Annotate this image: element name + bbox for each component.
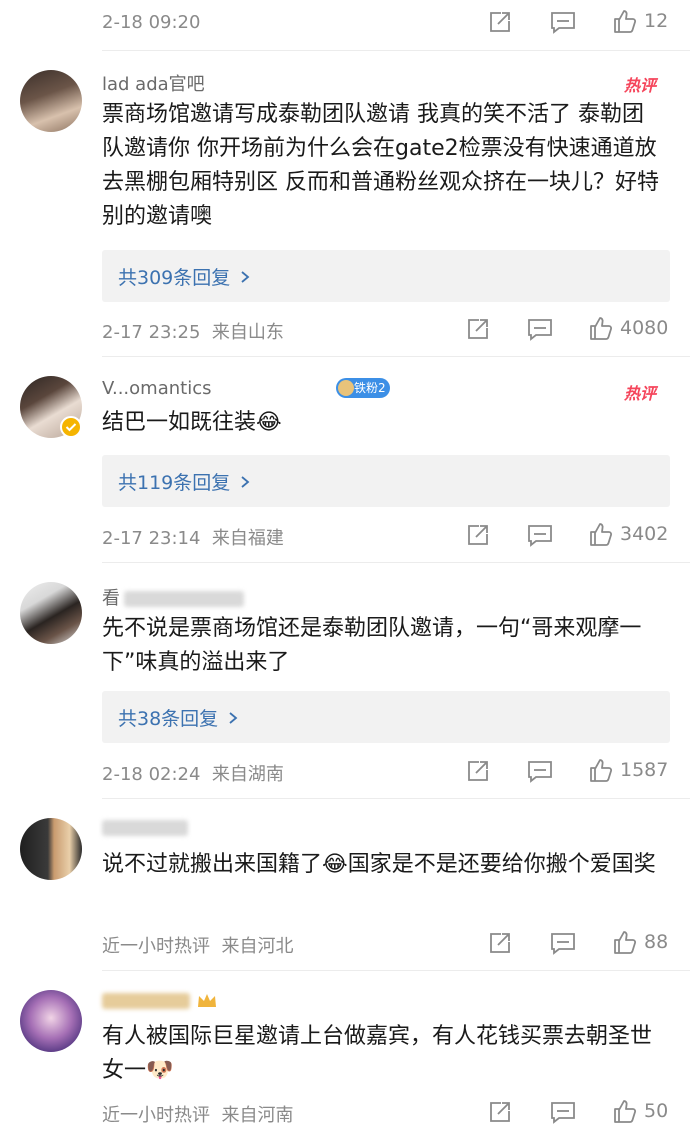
like-count: 1587	[620, 759, 669, 781]
replies-box[interactable]: 共119条回复	[102, 455, 670, 507]
fan-badge: 铁粉2	[336, 378, 390, 398]
share-icon	[468, 761, 488, 781]
thumbs-up-icon	[590, 759, 613, 782]
blurred-name	[102, 993, 190, 1009]
like-button[interactable]: 4080	[588, 315, 668, 341]
view-replies-link[interactable]: 共119条回复	[118, 468, 252, 495]
comment-time: 近一小时热评	[102, 936, 210, 957]
share-icon	[468, 319, 488, 339]
comment-location: 来自山东	[211, 322, 284, 343]
comment-location: 来自河南	[221, 1105, 294, 1126]
username[interactable]	[102, 820, 188, 836]
like-count: 3402	[620, 523, 669, 545]
thumbs-up-icon	[590, 317, 613, 340]
thumbs-up-icon	[614, 931, 637, 954]
comment-meta: 近一小时热评 来自河南	[102, 1101, 293, 1127]
thumbs-up-icon	[614, 10, 637, 33]
divider	[102, 970, 690, 971]
reply-count: 共38条回复	[118, 708, 219, 730]
comment-text: 有人被国际巨星邀请上台做嘉宾，有人花钱买票去朝圣世女一🐶	[102, 1024, 653, 1083]
comment-button[interactable]	[527, 523, 553, 547]
comment-time: 2-17 23:14	[102, 528, 201, 549]
chevron-right-icon	[241, 475, 250, 488]
share-button[interactable]	[488, 10, 512, 34]
divider	[102, 562, 690, 563]
comment-meta: 近一小时热评 来自河北	[102, 932, 293, 958]
share-button[interactable]	[466, 317, 490, 341]
share-icon	[490, 12, 510, 32]
fan-badge-icon	[338, 379, 354, 396]
comment-button[interactable]	[527, 317, 553, 341]
view-replies-link[interactable]: 共309条回复	[118, 263, 252, 290]
comment-meta: 2-17 23:14 来自福建	[102, 524, 284, 550]
like-button[interactable]: 12	[612, 8, 668, 34]
comment-icon	[528, 319, 552, 341]
replies-box[interactable]: 共38条回复	[102, 691, 670, 743]
comment-meta: 2-17 23:25 来自山东	[102, 318, 284, 344]
blurred-name	[124, 591, 244, 607]
view-replies-link[interactable]: 共38条回复	[118, 704, 240, 731]
replies-box[interactable]: 共309条回复	[102, 250, 670, 302]
comment-text: 说不过就搬出来国籍了😂国家是不是还要给你搬个爱国奖	[102, 852, 656, 877]
comment-text: 票商场馆邀请写成泰勒团队邀请 我真的笑不活了 泰勒团队邀请你 你开场前为什么会在…	[102, 102, 659, 229]
verified-badge-icon	[60, 416, 82, 438]
divider	[102, 356, 690, 357]
comment-time: 近一小时热评	[102, 1105, 210, 1126]
like-count: 88	[644, 931, 669, 953]
username[interactable]	[102, 992, 218, 1010]
share-button[interactable]	[488, 1100, 512, 1124]
share-icon	[468, 525, 488, 545]
reply-count: 共309条回复	[118, 267, 231, 289]
reply-count: 共119条回复	[118, 472, 231, 494]
divider	[102, 798, 690, 799]
like-button[interactable]: 3402	[588, 521, 668, 547]
comment-time: 2-17 23:25	[102, 322, 201, 343]
comment-location: 来自湖南	[211, 764, 284, 785]
like-button[interactable]: 88	[612, 929, 668, 955]
comment-icon	[551, 933, 575, 955]
comment-text: 先不说是票商场馆还是泰勒团队邀请，一句“哥来观摩一下”味真的溢出来了	[102, 616, 642, 675]
chevron-right-icon	[241, 270, 250, 283]
avatar[interactable]	[20, 70, 82, 132]
like-count: 4080	[620, 317, 669, 339]
hot-comment-badge: 热评	[624, 384, 657, 403]
comment-time: 2-18 02:24	[102, 764, 201, 785]
divider	[102, 50, 690, 51]
comment-icon	[551, 12, 575, 34]
share-icon	[490, 1102, 510, 1122]
chevron-right-icon	[229, 711, 238, 724]
comment-icon	[528, 761, 552, 783]
comment-icon	[551, 1102, 575, 1124]
like-button[interactable]: 50	[612, 1098, 668, 1124]
avatar[interactable]	[20, 990, 82, 1052]
username-text: 看	[102, 588, 120, 609]
thumbs-up-icon	[590, 523, 613, 546]
username[interactable]: 看	[102, 584, 244, 610]
avatar[interactable]	[20, 818, 82, 880]
comment-icon	[528, 525, 552, 547]
comment-location: 来自福建	[211, 528, 284, 549]
username[interactable]: lad ada官吧	[102, 70, 205, 96]
hot-comment-badge: 热评	[624, 76, 657, 95]
share-button[interactable]	[466, 523, 490, 547]
share-icon	[490, 933, 510, 953]
crown-icon	[198, 994, 216, 1007]
comment-text: 结巴一如既往装😂	[102, 410, 282, 435]
comment-button[interactable]	[550, 10, 576, 34]
comment-time: 2-18 09:20	[102, 12, 201, 33]
username[interactable]: V...omantics	[102, 378, 211, 399]
like-count: 12	[644, 10, 669, 32]
comment-button[interactable]	[550, 1100, 576, 1124]
share-button[interactable]	[488, 931, 512, 955]
fan-badge-label: 铁粉2	[354, 381, 386, 395]
comment-button[interactable]	[527, 759, 553, 783]
comment-location: 来自河北	[221, 936, 294, 957]
avatar[interactable]	[20, 582, 82, 644]
share-button[interactable]	[466, 759, 490, 783]
like-button[interactable]: 1587	[588, 757, 668, 783]
comment-button[interactable]	[550, 931, 576, 955]
comment-meta: 2-18 02:24 来自湖南	[102, 760, 284, 786]
thumbs-up-icon	[614, 1100, 637, 1123]
